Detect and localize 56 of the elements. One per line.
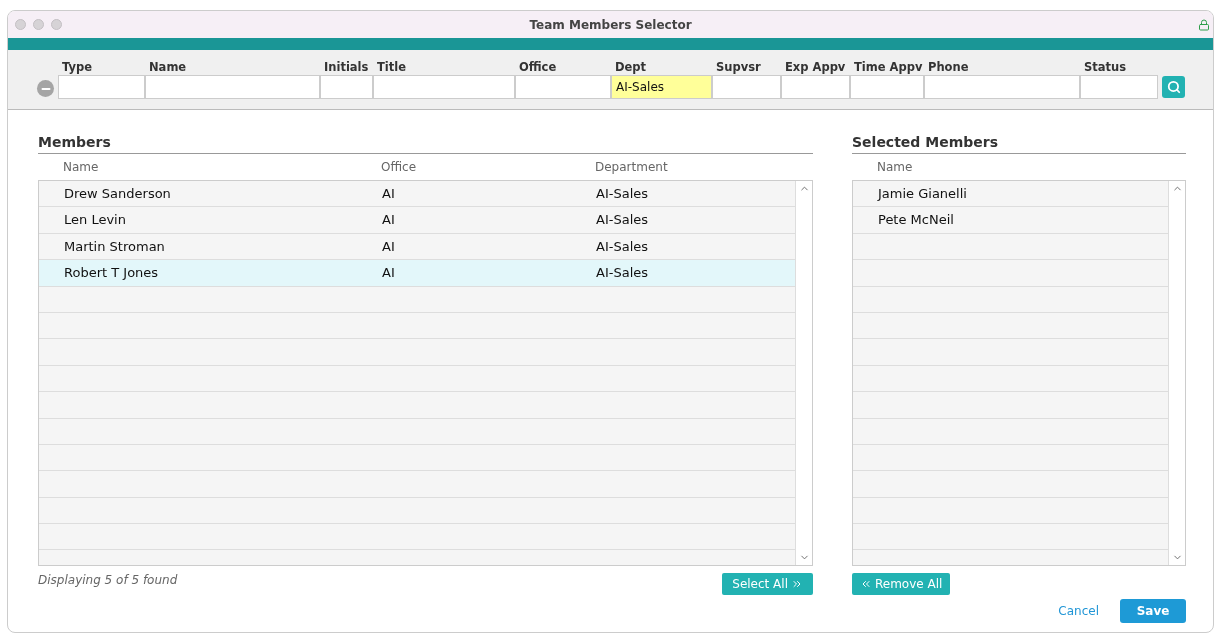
table-cell-text: AI — [382, 211, 396, 230]
panel-title: Members — [38, 133, 813, 154]
search-icon — [1166, 80, 1181, 94]
window-control-icon[interactable] — [15, 19, 26, 30]
filter-label: Supvsr — [715, 59, 762, 75]
filter-field[interactable]: AI-Sales — [611, 75, 712, 99]
table-cell-text: AI — [382, 184, 396, 203]
table-cell-text: Pete McNeil — [877, 211, 955, 230]
filter-field[interactable] — [373, 75, 515, 99]
filter-label: Title — [376, 59, 408, 75]
remove-filter-icon[interactable] — [37, 80, 54, 97]
filter-field[interactable] — [320, 75, 373, 99]
table-cell-text: AI-Sales — [596, 211, 650, 230]
filter-field[interactable] — [58, 75, 145, 99]
window-title: Team Members Selector — [529, 16, 692, 34]
filter-label: Initials — [323, 59, 370, 75]
lock-icon — [1198, 18, 1210, 31]
column-header: Office — [381, 159, 418, 176]
filter-label: Status — [1083, 59, 1128, 75]
column-header: Department — [595, 159, 669, 176]
scrollbar[interactable] — [795, 181, 812, 565]
filter-label: Phone — [927, 59, 970, 75]
filter-label: Exp Appv — [784, 59, 847, 75]
filter-field[interactable] — [781, 75, 850, 99]
window-control-icon[interactable] — [51, 19, 62, 30]
table-cell-text: Jamie Gianelli — [876, 184, 968, 203]
table-cell-text: AI — [382, 237, 396, 256]
panel-title: Selected Members — [852, 133, 1186, 154]
filter-field[interactable] — [515, 75, 611, 99]
table-cell-text: Len Levin — [63, 211, 127, 230]
table-cell-text: Drew Sanderson — [63, 184, 172, 203]
table-cell-text: AI-Sales — [596, 184, 650, 203]
column-header: Name — [877, 159, 914, 176]
search-button[interactable] — [1162, 76, 1185, 98]
column-header: Name — [63, 159, 100, 176]
table-cell-text: AI — [382, 264, 396, 283]
double-chevron-right-icon — [791, 578, 803, 590]
filter-label: Office — [518, 59, 558, 75]
filter-field[interactable] — [712, 75, 781, 99]
result-count: Displaying 5 of 5 found — [38, 572, 178, 589]
filter-label: Type — [61, 59, 93, 75]
table-cell-text: Robert T Jones — [63, 264, 160, 283]
window-control-icon[interactable] — [33, 19, 44, 30]
filter-label: Time Appv — [853, 59, 924, 75]
filter-label: Dept — [614, 59, 648, 75]
filter-label: Name — [148, 59, 188, 75]
filter-field[interactable] — [850, 75, 924, 99]
list-row[interactable]: Robert T Jones AI AI-Sales — [39, 260, 795, 287]
filter-field[interactable] — [924, 75, 1080, 99]
table-cell-text: AI-Sales — [596, 264, 650, 283]
double-chevron-left-icon — [860, 578, 872, 590]
filter-field[interactable] — [145, 75, 320, 99]
filter-field[interactable] — [1080, 75, 1158, 99]
scrollbar[interactable] — [1168, 181, 1185, 565]
table-cell-text: AI-Sales — [596, 237, 650, 256]
table-cell-text: Martin Stroman — [63, 237, 166, 256]
